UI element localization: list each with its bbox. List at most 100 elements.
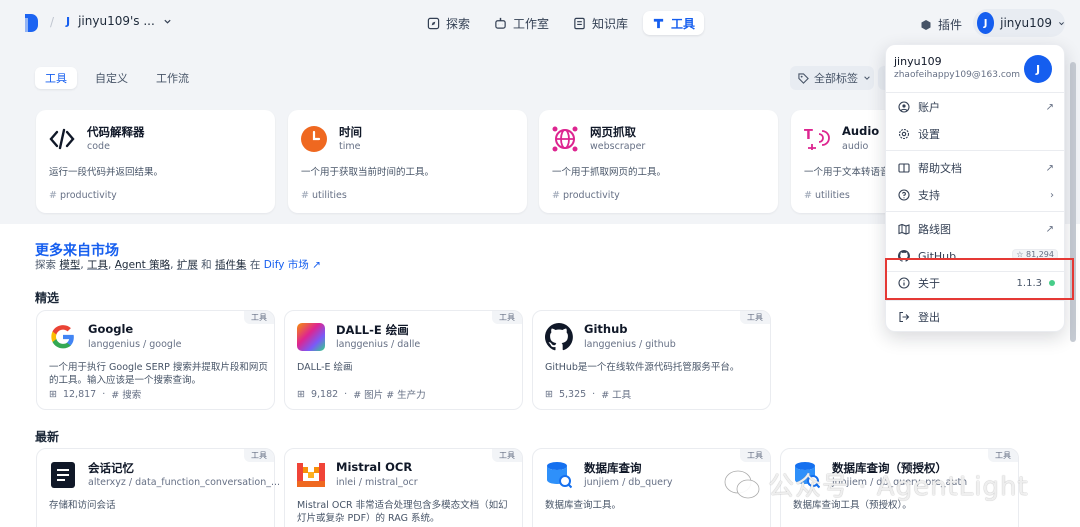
menu-item-support[interactable]: 支持 › bbox=[886, 183, 1064, 207]
nav-studio[interactable]: 工作室 bbox=[485, 11, 558, 35]
dropdown-user-email: zhaofeihappy109@163.com bbox=[894, 70, 1021, 80]
menu-item-account[interactable]: 账户 ↗ bbox=[886, 95, 1064, 119]
chevron-right-icon: › bbox=[1050, 189, 1054, 201]
watermark-text: 公众号 · AgentLight bbox=[768, 472, 1029, 502]
plugin-card[interactable]: 工具 Google langgenius / google 一个用于执行 Goo… bbox=[36, 310, 275, 410]
menu-item-settings[interactable]: 设置 bbox=[886, 122, 1064, 146]
menu-item-logout[interactable]: 登出 bbox=[886, 305, 1064, 329]
clock-icon bbox=[301, 126, 327, 152]
audio-icon: T bbox=[804, 126, 830, 152]
watermark: 公众号 · AgentLight bbox=[724, 466, 1029, 503]
nav-knowledge[interactable]: 知识库 bbox=[564, 11, 637, 35]
gear-icon bbox=[898, 128, 910, 140]
menu-label: 设置 bbox=[918, 128, 940, 141]
plugin-name: 数据库查询 bbox=[584, 461, 642, 475]
google-icon bbox=[49, 323, 77, 351]
menu-label: 帮助文档 bbox=[918, 162, 962, 175]
tool-id: code bbox=[87, 141, 110, 152]
plugin-org: langgenius / github bbox=[584, 339, 676, 350]
market-link-tools[interactable]: 工具 bbox=[87, 259, 108, 271]
web-icon bbox=[552, 126, 578, 152]
plugin-description: 存储和访问会话 bbox=[49, 500, 116, 511]
download-icon: ⊞ bbox=[49, 388, 57, 400]
market-link-agent[interactable]: Agent 策略 bbox=[115, 259, 170, 271]
plugin-description: 一个用于执行 Google SERP 搜索并提取片段和网页的工具。输入应该是一个… bbox=[49, 362, 268, 386]
plugin-description: GitHub是一个在线软件源代码托管服务平台。 bbox=[545, 362, 740, 373]
menu-label: 登出 bbox=[918, 311, 940, 324]
scrollbar[interactable] bbox=[1070, 62, 1076, 342]
plugin-name: Mistral OCR bbox=[336, 460, 413, 474]
menu-label: 路线图 bbox=[918, 223, 951, 236]
plugin-badge: 工具 bbox=[244, 311, 274, 324]
tab-workflow[interactable]: 工作流 bbox=[146, 67, 199, 89]
user-name: jinyu109 bbox=[1000, 16, 1052, 30]
menu-label: 账户 bbox=[918, 101, 940, 114]
plugin-name: Github bbox=[584, 322, 628, 336]
user-menu-button[interactable]: J jinyu109 bbox=[973, 9, 1065, 37]
tool-card[interactable]: 时间 time 一个用于获取当前时间的工具。 # utilities bbox=[288, 110, 527, 213]
top-bar: / J jinyu109's ... 探索 工作室 知识库 工具 插件 J ji… bbox=[0, 0, 1080, 46]
plugin-badge: 工具 bbox=[988, 449, 1018, 462]
workspace-name: jinyu109's ... bbox=[78, 14, 155, 28]
tool-tag: # productivity bbox=[49, 190, 117, 201]
plugin-card[interactable]: 工具 会话记忆 alterxyz / data_function_convers… bbox=[36, 448, 280, 527]
nav-label: 探索 bbox=[446, 16, 471, 31]
plugin-card[interactable]: 工具 Github langgenius / github GitHub是一个在… bbox=[532, 310, 771, 410]
dify-market-link[interactable]: Dify 市场 ↗ bbox=[264, 259, 321, 271]
tool-card[interactable]: 代码解释器 code 运行一段代码并返回结果。 # productivity bbox=[36, 110, 275, 213]
market-link-bundles[interactable]: 插件集 bbox=[215, 259, 247, 271]
plugin-org: langgenius / google bbox=[88, 339, 182, 350]
tool-id: webscraper bbox=[590, 141, 646, 152]
dify-logo[interactable] bbox=[25, 14, 38, 32]
workspace-initial: J bbox=[66, 14, 71, 28]
menu-item-roadmap[interactable]: 路线图 ↗ bbox=[886, 217, 1064, 241]
dalle-icon bbox=[297, 323, 325, 351]
market-link-models[interactable]: 模型 bbox=[59, 259, 80, 271]
code-icon bbox=[49, 126, 75, 152]
nav-label: 知识库 bbox=[592, 16, 629, 31]
latest-heading: 最新 bbox=[35, 430, 60, 444]
tool-tag: # utilities bbox=[804, 190, 850, 201]
main-nav: 探索 工作室 知识库 工具 bbox=[418, 11, 705, 35]
marketplace-subtitle: 探索 模型, 工具, Agent 策略, 扩展 和 插件集 在 Dify 市场 … bbox=[35, 259, 321, 271]
chevron-down-icon bbox=[1059, 21, 1064, 25]
plugin-org: junjiem / db_query bbox=[584, 477, 673, 488]
plugin-name: Google bbox=[88, 322, 134, 336]
plugin-meta: ⊞ 5,325 · # 工具 bbox=[545, 388, 632, 402]
plugin-meta: ⊞ 12,817 · # 搜索 bbox=[49, 388, 142, 402]
svg-text:T: T bbox=[804, 128, 813, 143]
tool-card[interactable]: 网页抓取 webscraper 一个用于抓取网页的工具。 # productiv… bbox=[539, 110, 778, 213]
nav-tools[interactable]: 工具 bbox=[643, 11, 705, 35]
menu-divider bbox=[886, 300, 1064, 301]
tab-builtin[interactable]: 工具 bbox=[35, 67, 77, 89]
featured-heading: 精选 bbox=[35, 291, 60, 305]
tag-filter[interactable]: 全部标签 bbox=[790, 66, 874, 90]
plugin-org: langgenius / dalle bbox=[336, 339, 421, 350]
download-icon: ⊞ bbox=[545, 388, 553, 400]
workspace-selector[interactable]: J jinyu109's ... bbox=[66, 14, 172, 28]
robot-icon bbox=[495, 17, 506, 29]
nav-explore[interactable]: 探索 bbox=[418, 11, 479, 35]
plugin-button[interactable]: 插件 bbox=[920, 16, 962, 33]
tool-id: audio bbox=[842, 141, 869, 152]
plugin-meta: ⊞ 9,182 · # 图片 # 生产力 bbox=[297, 388, 426, 402]
tool-description: 一个用于获取当前时间的工具。 bbox=[301, 167, 435, 178]
tool-description: 一个用于文本转语音 bbox=[804, 167, 890, 178]
plugin-card[interactable]: 工具 DALL-E 绘画 langgenius / dalle DALL-E 绘… bbox=[284, 310, 523, 410]
market-link-extensions[interactable]: 扩展 bbox=[177, 259, 198, 271]
help-circle-icon bbox=[898, 189, 910, 201]
menu-item-help-docs[interactable]: 帮助文档 ↗ bbox=[886, 156, 1064, 180]
tab-custom[interactable]: 自定义 bbox=[85, 67, 138, 89]
download-icon: ⊞ bbox=[297, 388, 305, 400]
nav-label: 工作室 bbox=[513, 16, 550, 31]
tool-name: Audio bbox=[842, 124, 880, 138]
database-icon bbox=[545, 461, 573, 489]
tool-tabs: 工具 自定义 工作流 bbox=[35, 67, 199, 89]
dropdown-user-name: jinyu109 bbox=[894, 55, 942, 68]
tool-name: 网页抓取 bbox=[590, 125, 636, 139]
plugin-card[interactable]: 工具 Mistral OCR inlei / mistral_ocr Mistr… bbox=[284, 448, 523, 527]
plugin-name: 会话记忆 bbox=[88, 461, 134, 475]
chevron-down-icon bbox=[864, 76, 870, 80]
tool-description: 一个用于抓取网页的工具。 bbox=[552, 167, 667, 178]
tool-name: 时间 bbox=[339, 125, 362, 139]
